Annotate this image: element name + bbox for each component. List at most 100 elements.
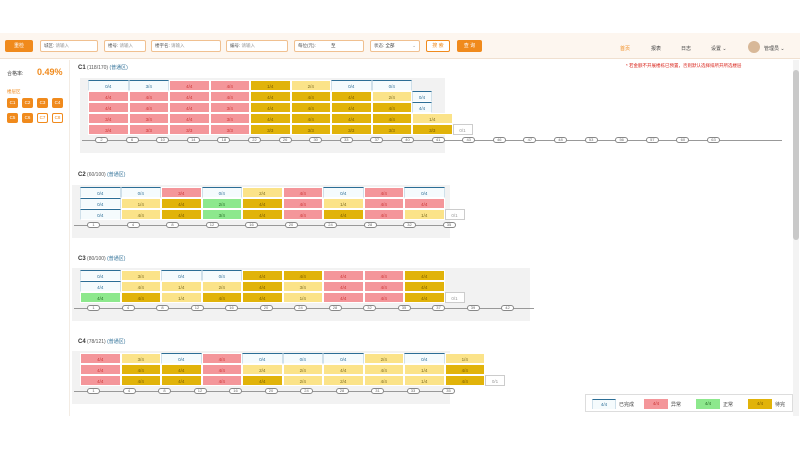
unit-cell[interactable]: 2/4 bbox=[282, 375, 323, 386]
floor-tick[interactable]: 28 bbox=[335, 388, 349, 394]
floor-tick[interactable]: 47 bbox=[523, 137, 537, 143]
floor-tick[interactable]: 60 bbox=[676, 137, 690, 143]
unit-cell[interactable]: 2/4 bbox=[290, 80, 331, 91]
price-range-field[interactable]: 每位(元): 至 bbox=[294, 40, 364, 52]
unit-cell[interactable]: 4/4 bbox=[201, 375, 242, 386]
unit-cell[interactable]: 4/4 bbox=[404, 292, 445, 303]
floor-tick[interactable]: 24 bbox=[324, 222, 337, 228]
unit-cell[interactable]: 4/4 bbox=[363, 375, 404, 386]
unit-cell[interactable]: 4/4 bbox=[128, 102, 169, 113]
unit-cell[interactable]: 4/4 bbox=[323, 364, 364, 375]
unit-cell[interactable]: 2/4 bbox=[363, 353, 404, 364]
floor-tick[interactable]: 16 bbox=[229, 388, 242, 394]
unit-cell[interactable]: 4/4 bbox=[290, 91, 331, 102]
unit-cell[interactable]: 4/4 bbox=[242, 270, 283, 281]
unit-cell[interactable]: 4/4 bbox=[323, 292, 364, 303]
unit-cell[interactable]: 4/4 bbox=[371, 102, 412, 113]
unit-cell[interactable]: 4/4 bbox=[242, 209, 283, 220]
building-name-field[interactable]: 楼宇名: 请输入 bbox=[151, 40, 221, 52]
code-field[interactable]: 编号: 请输入 bbox=[226, 40, 288, 52]
area-button-c7[interactable]: C7 bbox=[37, 113, 48, 123]
unit-cell[interactable]: 0/4 bbox=[201, 187, 242, 198]
floor-tick[interactable]: 43 bbox=[462, 137, 476, 143]
reset-button[interactable]: 重检 bbox=[5, 40, 33, 52]
unit-cell[interactable]: 3/4 bbox=[88, 113, 129, 124]
unit-cell[interactable]: 4/4 bbox=[363, 198, 404, 209]
unit-cell[interactable]: 3/4 bbox=[120, 270, 161, 281]
unit-cell[interactable]: 4/4 bbox=[363, 187, 404, 198]
unit-cell[interactable]: 0/4 bbox=[404, 187, 445, 198]
floor-tick[interactable]: 63 bbox=[707, 137, 720, 143]
unit-cell[interactable]: 3/3 bbox=[331, 124, 372, 135]
unit-cell[interactable]: 4/4 bbox=[250, 102, 291, 113]
unit-cell[interactable]: 4/4 bbox=[120, 209, 161, 220]
floor-tick[interactable]: 20 bbox=[264, 388, 278, 394]
floor-tick[interactable]: 53 bbox=[584, 137, 598, 143]
unit-cell[interactable]: 0/4 bbox=[80, 209, 121, 220]
unit-cell[interactable]: 3/4 bbox=[209, 113, 250, 124]
unit-cell[interactable]: 4/4 bbox=[120, 292, 161, 303]
unit-cell[interactable]: 4/4 bbox=[371, 113, 412, 124]
unit-cell[interactable]: 4/4 bbox=[412, 102, 432, 113]
unit-cell[interactable]: 3/4 bbox=[128, 80, 169, 91]
unit-cell[interactable]: 0/4 bbox=[323, 187, 364, 198]
unit-cell[interactable]: 4/4 bbox=[88, 102, 129, 113]
floor-tick[interactable]: 12 bbox=[193, 388, 207, 394]
floor-tick[interactable]: 1 bbox=[87, 388, 100, 394]
floor-tick[interactable]: 42 bbox=[501, 305, 514, 311]
unit-cell[interactable]: 3/3 bbox=[169, 124, 210, 135]
unit-cell[interactable]: 4/4 bbox=[80, 364, 121, 375]
unit-cell[interactable]: 4/4 bbox=[363, 281, 404, 292]
building-field[interactable]: 楼号: 请输入 bbox=[104, 40, 146, 52]
floor-tick[interactable]: 41 bbox=[431, 137, 445, 143]
unit-cell[interactable]: 3/4 bbox=[201, 209, 242, 220]
query-button[interactable]: 查 询 bbox=[457, 40, 482, 52]
unit-cell[interactable]: 0/4 bbox=[161, 270, 202, 281]
area-button-c3[interactable]: C3 bbox=[37, 98, 48, 108]
unit-cell[interactable]: 4/4 bbox=[290, 113, 331, 124]
floor-tick[interactable]: 20 bbox=[284, 222, 298, 228]
unit-cell[interactable]: 3/3 bbox=[209, 124, 250, 135]
floor-tick[interactable]: 22 bbox=[248, 137, 261, 143]
unit-cell[interactable]: 4/4 bbox=[250, 113, 291, 124]
floor-tick[interactable]: 14 bbox=[186, 137, 200, 143]
unit-cell[interactable]: 0/4 bbox=[242, 353, 283, 364]
unit-cell[interactable]: 4/4 bbox=[201, 292, 242, 303]
unit-cell[interactable]: 4/4 bbox=[80, 281, 121, 292]
unit-cell[interactable]: 1/4 bbox=[404, 375, 445, 386]
unit-cell[interactable]: 4/4 bbox=[404, 198, 445, 209]
floor-tick[interactable]: 1 bbox=[87, 305, 100, 311]
floor-tick[interactable]: 8 bbox=[156, 305, 169, 311]
unit-cell[interactable]: 1/4 bbox=[120, 198, 161, 209]
floor-tick[interactable]: 24 bbox=[294, 305, 307, 311]
unit-cell[interactable]: 4/4 bbox=[323, 209, 364, 220]
unit-cell[interactable]: 4/4 bbox=[363, 270, 404, 281]
area-button-c2[interactable]: C2 bbox=[22, 98, 33, 108]
unit-cell[interactable]: 4/4 bbox=[242, 198, 283, 209]
floor-tick[interactable]: 35 bbox=[442, 222, 456, 228]
unit-cell[interactable]: 3/3 bbox=[290, 124, 331, 135]
floor-tick[interactable]: 57 bbox=[645, 137, 659, 143]
unit-cell[interactable]: 4/4 bbox=[209, 91, 250, 102]
nav-home[interactable]: 首页 bbox=[620, 45, 630, 52]
unit-cell[interactable]: 4/4 bbox=[161, 375, 202, 386]
floor-tick[interactable]: 46 bbox=[492, 137, 506, 143]
nav-log[interactable]: 日志 bbox=[681, 45, 691, 52]
unit-cell[interactable]: 0/1 bbox=[452, 124, 473, 135]
unit-cell[interactable]: 0/4 bbox=[80, 270, 121, 281]
unit-cell[interactable]: 2/4 bbox=[323, 375, 364, 386]
unit-cell[interactable]: 4/4 bbox=[331, 102, 372, 113]
unit-cell[interactable]: 1/4 bbox=[250, 80, 291, 91]
unit-cell[interactable]: 4/4 bbox=[201, 364, 242, 375]
unit-cell[interactable]: 4/4 bbox=[161, 198, 202, 209]
unit-cell[interactable]: 4/4 bbox=[282, 187, 323, 198]
unit-cell[interactable]: 4/4 bbox=[120, 375, 161, 386]
unit-cell[interactable]: 4/4 bbox=[444, 375, 485, 386]
unit-cell[interactable]: 0/4 bbox=[323, 353, 364, 364]
unit-cell[interactable]: 4/4 bbox=[290, 102, 331, 113]
unit-cell[interactable]: 0/4 bbox=[80, 198, 121, 209]
unit-cell[interactable]: 3/4 bbox=[161, 187, 202, 198]
unit-cell[interactable]: 4/4 bbox=[80, 353, 121, 364]
floor-tick[interactable]: 37 bbox=[370, 137, 384, 143]
floor-tick[interactable]: 10 bbox=[156, 137, 170, 143]
